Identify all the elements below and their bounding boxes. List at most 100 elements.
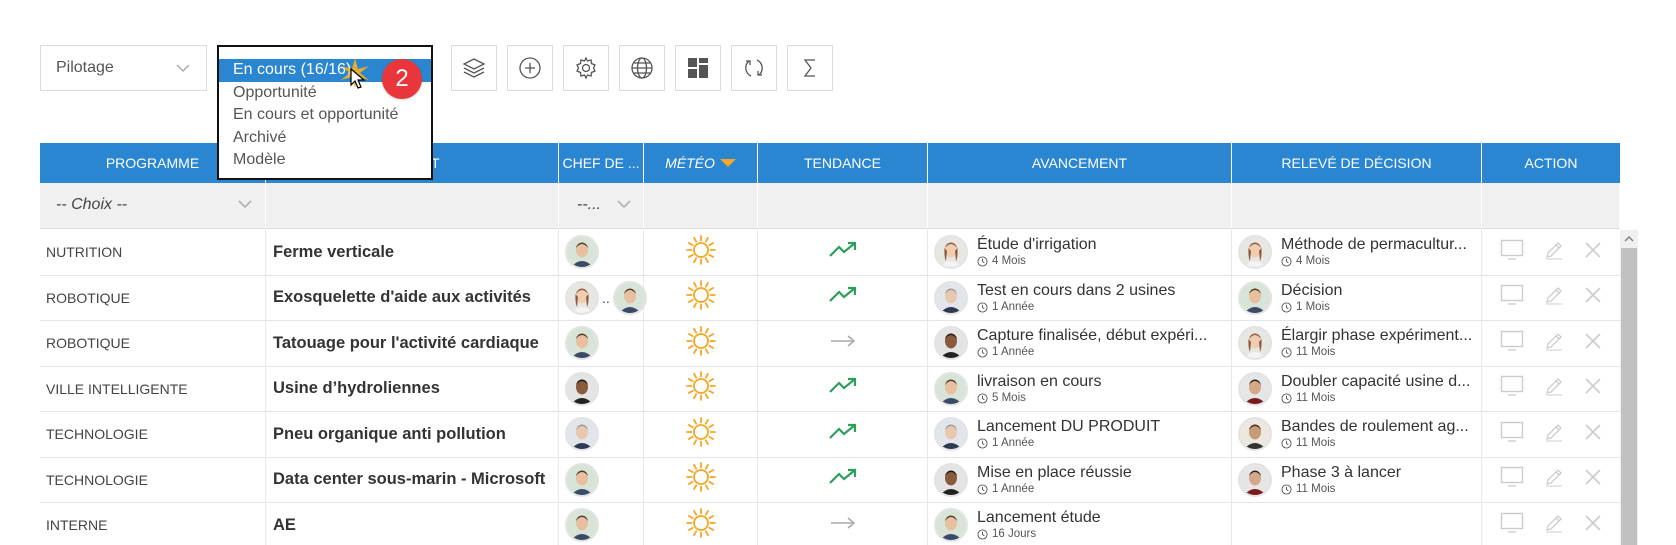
avatar[interactable] [1238, 326, 1272, 361]
table-row[interactable]: ROBOTIQUE Exosquelette d'aide aux activit… [40, 275, 1620, 321]
avatar[interactable] [1238, 371, 1272, 406]
projet-cell[interactable]: Pneu organique anti pollution [266, 412, 559, 457]
header-tendance[interactable]: TENDANCE [758, 143, 928, 183]
scrollbar-thumb[interactable] [1621, 248, 1637, 545]
entry-text[interactable]: Phase 3 à lancer [1281, 463, 1401, 482]
avatar[interactable] [934, 326, 968, 361]
dashboard-button[interactable] [675, 45, 721, 91]
avatar[interactable] [565, 280, 599, 315]
avatar[interactable] [934, 280, 968, 315]
programme-filter[interactable]: -- Choix -- [40, 183, 266, 228]
sun-icon[interactable] [685, 461, 717, 498]
sun-icon[interactable] [685, 370, 717, 407]
table-row[interactable]: NUTRITION Ferme verticale Étude d'irrigati… [40, 230, 1620, 276]
avatar[interactable] [934, 371, 968, 406]
globe-button[interactable] [619, 45, 665, 91]
entry-text[interactable]: Lancement étude [977, 508, 1101, 527]
avatar[interactable] [612, 280, 647, 315]
layers-button[interactable] [451, 45, 497, 91]
status-option[interactable]: Archivé [219, 127, 431, 150]
avatar[interactable] [934, 462, 968, 497]
avatar[interactable] [934, 417, 968, 452]
avatar[interactable] [565, 462, 599, 497]
entry-text[interactable]: Décision [1281, 281, 1342, 300]
view-button[interactable] [1500, 375, 1524, 402]
delete-button[interactable] [1584, 423, 1602, 446]
entry-text[interactable]: Méthode de permacultur... [1281, 235, 1467, 254]
avatar[interactable] [565, 326, 599, 361]
view-button[interactable] [1500, 421, 1524, 448]
avatar[interactable] [934, 235, 968, 270]
table-row[interactable]: INTERNE AE Lancement étude 16 Jours [40, 503, 1620, 545]
sun-icon[interactable] [685, 279, 717, 316]
refresh-button[interactable] [731, 45, 777, 91]
entry-text[interactable]: Bandes de roulement ag... [1281, 417, 1469, 436]
delete-button[interactable] [1584, 241, 1602, 264]
projet-cell[interactable]: Exosquelette d'aide aux activités [266, 275, 559, 320]
projet-cell[interactable]: Data center sous-marin - Microsoft [266, 457, 559, 502]
edit-button[interactable] [1544, 422, 1564, 447]
entry-text[interactable]: Mise en place réussie [977, 463, 1132, 482]
entry-text[interactable]: Test en cours dans 2 usines [977, 281, 1175, 300]
entry-text[interactable]: Étude d'irrigation [977, 235, 1097, 254]
sun-icon[interactable] [685, 416, 717, 453]
projet-cell[interactable]: Usine d’hydroliennes [266, 366, 559, 411]
vertical-scrollbar[interactable] [1620, 230, 1638, 545]
avatar[interactable] [1238, 280, 1272, 315]
status-option[interactable]: Modèle [219, 149, 431, 172]
sum-button[interactable] [787, 45, 833, 91]
projet-cell[interactable]: Tatouage pour l'activité cardiaque [266, 321, 559, 366]
edit-button[interactable] [1544, 467, 1564, 492]
avatar[interactable] [1238, 417, 1272, 452]
header-decision[interactable]: RELEVÉ DE DÉCISION [1232, 143, 1482, 183]
view-button[interactable] [1500, 466, 1524, 493]
avatar[interactable] [1238, 462, 1272, 497]
avatar[interactable] [565, 417, 599, 452]
header-avancement[interactable]: AVANCEMENT [928, 143, 1232, 183]
view-button[interactable] [1500, 284, 1524, 311]
entry-text[interactable]: Capture finalisée, début expéri... [977, 326, 1207, 345]
chef-filter[interactable]: --... [559, 183, 644, 228]
status-option[interactable]: En cours et opportunité [219, 104, 431, 127]
table-row[interactable]: VILLE INTELLIGENTE Usine d’hydroliennes li… [40, 366, 1620, 412]
gear-icon [576, 56, 596, 80]
entry-text[interactable]: Élargir phase expériment... [1281, 326, 1472, 345]
avatar[interactable] [565, 371, 599, 406]
scroll-up-icon[interactable] [1620, 230, 1638, 248]
table-row[interactable]: ROBOTIQUE Tatouage pour l'activité cardia… [40, 321, 1620, 367]
avatar[interactable] [1238, 235, 1272, 270]
view-button[interactable] [1500, 330, 1524, 357]
projet-cell[interactable]: AE [266, 503, 559, 545]
decision-cell: Méthode de permacultur... 4 Mois [1232, 230, 1482, 275]
edit-button[interactable] [1544, 513, 1564, 538]
sun-icon[interactable] [685, 234, 717, 271]
header-chef[interactable]: CHEF DE ... [559, 143, 644, 183]
delete-button[interactable] [1584, 514, 1602, 537]
sun-icon[interactable] [685, 325, 717, 362]
table-row[interactable]: TECHNOLOGIE Pneu organique anti pollution… [40, 412, 1620, 458]
delete-button[interactable] [1584, 377, 1602, 400]
add-button[interactable] [507, 45, 553, 91]
view-button[interactable] [1500, 512, 1524, 539]
sun-icon[interactable] [685, 507, 717, 544]
header-meteo[interactable]: MÉTÉO [644, 143, 758, 183]
edit-button[interactable] [1544, 285, 1564, 310]
avatar[interactable] [934, 508, 968, 543]
table-row[interactable]: TECHNOLOGIE Data center sous-marin - Micr… [40, 457, 1620, 503]
delete-button[interactable] [1584, 332, 1602, 355]
avatar[interactable] [565, 235, 599, 270]
entry-text[interactable]: Lancement DU PRODUIT [977, 417, 1160, 436]
avatar[interactable] [565, 508, 599, 543]
delete-button[interactable] [1584, 286, 1602, 309]
settings-button[interactable] [563, 45, 609, 91]
pilotage-select[interactable]: Pilotage [40, 45, 207, 91]
view-button[interactable] [1500, 239, 1524, 266]
edit-button[interactable] [1544, 376, 1564, 401]
edit-button[interactable] [1544, 331, 1564, 356]
edit-button[interactable] [1544, 240, 1564, 265]
pencil-icon [1546, 469, 1562, 487]
projet-cell[interactable]: Ferme verticale [266, 230, 559, 275]
entry-text[interactable]: Doubler capacité usine d... [1281, 372, 1470, 391]
delete-button[interactable] [1584, 468, 1602, 491]
entry-text[interactable]: livraison en cours [977, 372, 1102, 391]
